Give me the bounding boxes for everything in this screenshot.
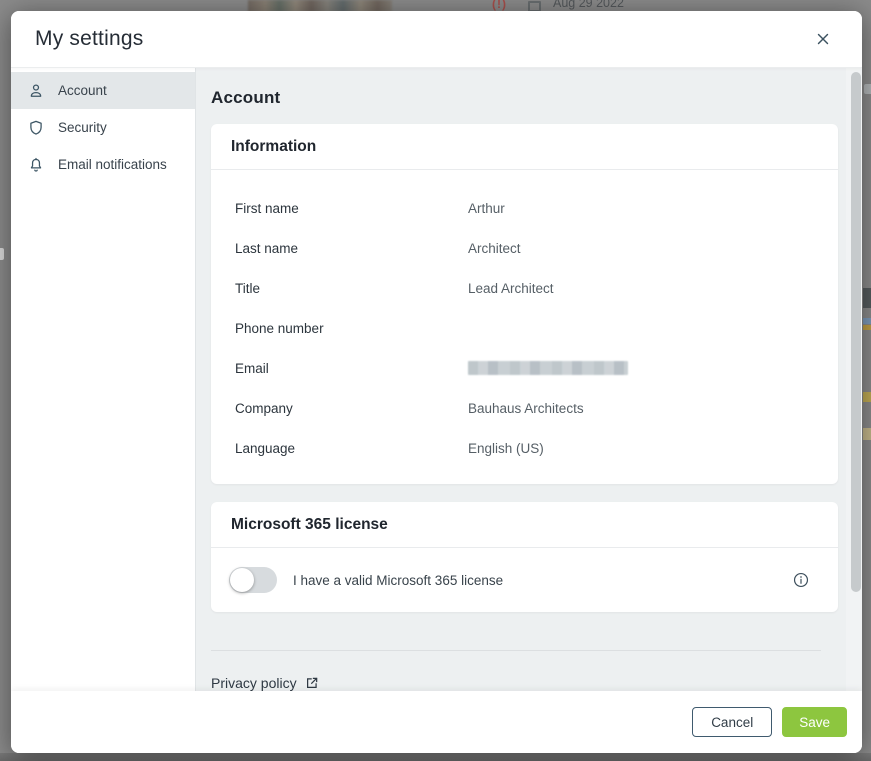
- background-fragment: [863, 318, 871, 324]
- alert-icon-fragment: (!): [492, 0, 507, 11]
- save-button[interactable]: Save: [782, 707, 847, 737]
- license-info-button[interactable]: [792, 571, 810, 589]
- info-icon: [792, 571, 810, 589]
- field-label: Company: [235, 401, 468, 416]
- field-value: Architect: [468, 241, 521, 256]
- field-row-title: Title Lead Architect: [211, 268, 838, 308]
- page-title: Account: [211, 88, 837, 108]
- redacted-email-value: [468, 361, 628, 375]
- field-label: Phone number: [235, 321, 468, 336]
- content-divider: [211, 650, 821, 651]
- field-row-email: Email: [211, 348, 838, 388]
- background-fragment: [863, 428, 871, 440]
- modal-header: My settings: [11, 11, 862, 68]
- dimmed-background-bottom: [0, 753, 871, 761]
- license-toggle-row: I have a valid Microsoft 365 license: [211, 548, 838, 612]
- background-fragment: [864, 84, 871, 94]
- background-fragment: [863, 288, 871, 308]
- my-settings-modal: My settings Account: [11, 11, 862, 753]
- close-icon: [814, 30, 832, 48]
- sidebar-item-label: Email notifications: [58, 157, 167, 172]
- modal-title: My settings: [35, 27, 143, 51]
- field-value: Bauhaus Architects: [468, 401, 584, 416]
- background-fragment: [0, 248, 4, 260]
- scrollbar-thumb[interactable]: [851, 72, 861, 592]
- field-label: Email: [235, 361, 468, 376]
- field-label: Last name: [235, 241, 468, 256]
- external-link-icon: [305, 676, 319, 690]
- field-label: First name: [235, 201, 468, 216]
- information-card: Information First name Arthur Last name …: [211, 124, 838, 484]
- background-fragment: [863, 392, 871, 402]
- information-fields: First name Arthur Last name Architect Ti…: [211, 170, 838, 484]
- person-icon: [27, 82, 45, 100]
- information-card-header: Information: [211, 124, 838, 170]
- modal-body: Account Security Email n: [11, 68, 862, 691]
- privacy-policy-link[interactable]: Privacy policy: [211, 675, 319, 691]
- modal-footer: Cancel Save: [11, 691, 862, 753]
- account-settings-panel: Account Information First name Arthur La…: [196, 68, 862, 691]
- cancel-button[interactable]: Cancel: [692, 707, 772, 737]
- field-row-language: Language English (US): [211, 428, 838, 468]
- sidebar-item-email-notifications[interactable]: Email notifications: [11, 146, 195, 183]
- field-value: Lead Architect: [468, 281, 554, 296]
- license-toggle-label: I have a valid Microsoft 365 license: [293, 573, 503, 588]
- background-date-text: Aug 29 2022: [553, 0, 624, 10]
- sidebar-item-label: Security: [58, 120, 107, 135]
- license-toggle[interactable]: [229, 567, 277, 593]
- bell-icon: [27, 156, 45, 174]
- license-card-header: Microsoft 365 license: [211, 502, 838, 548]
- shield-icon: [27, 119, 45, 137]
- field-row-phone-number: Phone number: [211, 308, 838, 348]
- field-row-company: Company Bauhaus Architects: [211, 388, 838, 428]
- toggle-knob: [230, 568, 254, 592]
- background-fragment: [863, 325, 871, 330]
- close-button[interactable]: [806, 22, 840, 56]
- microsoft-365-license-card: Microsoft 365 license I have a valid Mic…: [211, 502, 838, 612]
- sidebar-item-account[interactable]: Account: [11, 72, 195, 109]
- field-label: Language: [235, 441, 468, 456]
- field-row-last-name: Last name Architect: [211, 228, 838, 268]
- field-row-first-name: First name Arthur: [211, 188, 838, 228]
- license-card-title: Microsoft 365 license: [231, 516, 388, 534]
- privacy-policy-label: Privacy policy: [211, 675, 297, 691]
- field-value: Arthur: [468, 201, 505, 216]
- information-card-title: Information: [231, 138, 316, 156]
- field-value: English (US): [468, 441, 544, 456]
- settings-sidebar: Account Security Email n: [11, 68, 196, 691]
- sidebar-item-security[interactable]: Security: [11, 109, 195, 146]
- field-label: Title: [235, 281, 468, 296]
- sidebar-item-label: Account: [58, 83, 107, 98]
